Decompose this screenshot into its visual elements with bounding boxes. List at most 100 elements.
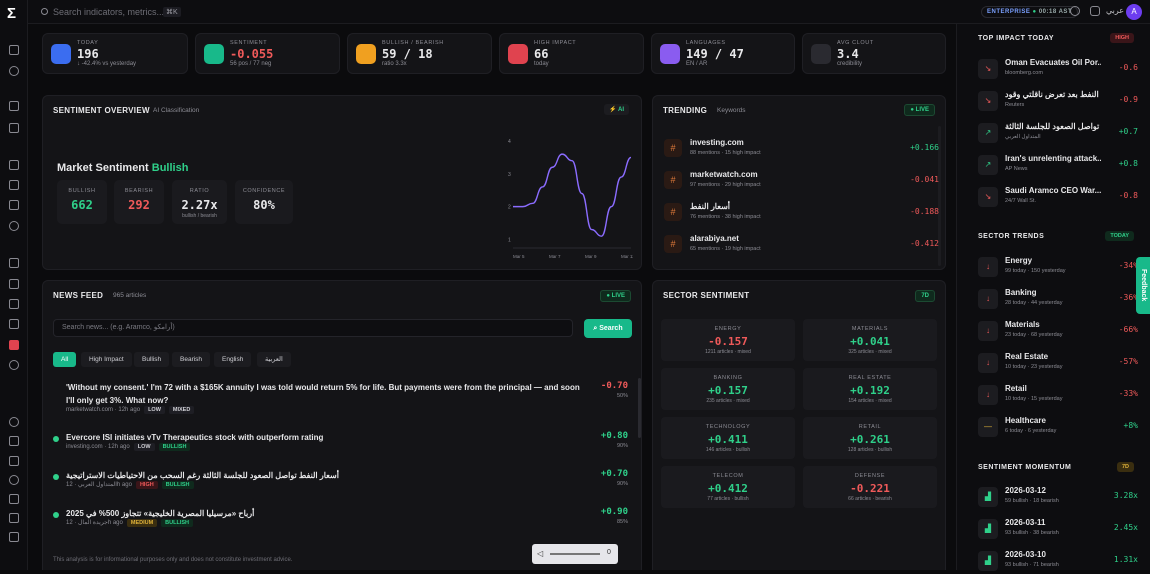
sector-card[interactable]: MATERIALS +0.041 325 articles · mixed (803, 319, 937, 361)
news-score: +0.70 (600, 469, 628, 479)
filter-chip[interactable]: Bullish (134, 352, 170, 367)
news-icon[interactable] (9, 340, 19, 350)
gift-icon[interactable] (9, 513, 19, 523)
trending-meta: 97 mentions · 29 high impact (690, 182, 761, 188)
sector-card[interactable]: DEFENSE -0.221 66 articles · bearish (803, 466, 937, 508)
logout-icon[interactable] (9, 532, 19, 542)
kpi-card[interactable]: HIGH IMPACT 66 today (499, 33, 644, 74)
shield-icon[interactable] (9, 475, 19, 485)
filter-chip[interactable]: All (53, 352, 77, 367)
trends-row[interactable]: — Healthcare 6 today · 6 yesterday +8% (978, 412, 1138, 440)
avatar[interactable]: A (1126, 4, 1142, 20)
hash-icon[interactable] (9, 279, 19, 289)
feedback-tab[interactable]: Feedback (1136, 257, 1150, 314)
dashboard-icon[interactable] (9, 45, 19, 55)
list-icon[interactable] (9, 200, 19, 210)
user-icon[interactable] (9, 123, 19, 133)
bank-icon[interactable] (9, 319, 19, 329)
trends-row[interactable]: ↓ Materials 23 today · 68 yesterday -66% (978, 316, 1138, 344)
sector-card[interactable]: REAL ESTATE +0.192 154 articles · mixed (803, 368, 937, 410)
bell-icon[interactable] (1090, 6, 1100, 16)
row-score: +0.8 (1118, 159, 1138, 168)
trend-arrow-icon: ▟ (978, 551, 998, 571)
news-search-button[interactable]: ⌕ Search (584, 319, 632, 338)
monitor-icon[interactable] (9, 299, 19, 309)
language-toggle[interactable]: عربي (1106, 6, 1124, 15)
news-item[interactable]: 'Without my consent.' I'm 72 with a $165… (53, 381, 633, 415)
kpi-value: 196 (77, 47, 99, 61)
card-icon[interactable] (9, 456, 19, 466)
news-item[interactable]: أرباح «مرسيليا المصرية الخليجية» تتجاوز … (53, 507, 633, 541)
trending-row[interactable]: # marketwatch.com 97 mentions · 29 high … (661, 166, 939, 194)
news-title[interactable]: 'Without my consent.' I'm 72 with a $165… (66, 381, 586, 407)
kpi-label: HIGH IMPACT (534, 40, 577, 46)
trending-meta: 65 mentions · 19 high impact (690, 246, 761, 252)
sector-card[interactable]: RETAIL +0.261 128 articles · bullish (803, 417, 937, 459)
impact-row[interactable]: ↗ Iran's unrelenting attack... AP News +… (978, 150, 1138, 178)
audio-player[interactable]: ◁ 0 (532, 544, 618, 564)
news-search-input[interactable]: Search news... (e.g. Aramco, أرامكو) (53, 319, 573, 337)
trend-arrow-icon: ↓ (978, 385, 998, 405)
kpi-sub: 56 pos / 77 neg (230, 61, 272, 67)
world-icon[interactable] (9, 221, 19, 231)
momentum-row[interactable]: ▟ 2026-03-12 59 bullish · 18 bearish 3.2… (978, 482, 1138, 510)
kpi-card[interactable]: LANGUAGES 149 / 47 EN / AR (651, 33, 795, 74)
bolt-icon[interactable] (9, 258, 19, 268)
impact-row[interactable]: ↗ تواصل الصعود للجلسة الثالثة المتداول ا… (978, 118, 1138, 146)
trends-row[interactable]: ↓ Retail 10 today · 15 yesterday -33% (978, 380, 1138, 408)
filter-chip[interactable]: English (214, 352, 252, 367)
kpi-card[interactable]: AVG CLOUT 3.4 credibility (802, 33, 946, 74)
impact-row[interactable]: ↘ النفط بعد تعرض ناقلتي وقود Reuters -0.… (978, 86, 1138, 114)
sector-card[interactable]: TECHNOLOGY +0.411 146 articles · bullish (661, 417, 795, 459)
line-chart-icon[interactable] (9, 180, 19, 190)
volume-icon[interactable]: ◁ (537, 549, 543, 558)
news-meta: المتداول العربي · 12h ago HIGH BULLISH (66, 481, 194, 489)
settings-icon[interactable] (9, 417, 19, 427)
trending-score: -0.412 (910, 239, 939, 248)
trending-name: investing.com (690, 138, 744, 147)
trending-meta: 76 mentions · 38 high impact (690, 214, 761, 220)
row-meta: 59 bullish · 18 bearish (1005, 498, 1059, 504)
audio-progress[interactable] (550, 553, 600, 555)
impact-row[interactable]: ↘ Oman Evacuates Oil Por... bloomberg.co… (978, 54, 1138, 82)
briefcase-icon[interactable] (9, 101, 19, 111)
news-item[interactable]: Evercore ISI initiates vTv Therapeutics … (53, 431, 633, 465)
globe-alt-icon[interactable] (9, 360, 19, 370)
tab-keywords[interactable]: Keywords (717, 107, 746, 114)
news-item[interactable]: أسعار النفط تواصل الصعود للجلسة الثالثة … (53, 469, 633, 503)
news-scrollbar[interactable] (638, 378, 641, 438)
trending-row[interactable]: # alarabiya.net 65 mentions · 19 high im… (661, 230, 939, 258)
momentum-row[interactable]: ▟ 2026-03-11 93 bullish · 38 bearish 2.4… (978, 514, 1138, 542)
tab-ai-classification[interactable]: AI Classification (153, 107, 199, 114)
app-logo[interactable]: Σ (7, 5, 16, 22)
filter-chip[interactable]: High Impact (81, 352, 132, 367)
x-tick-label: Mar 11 (621, 254, 633, 259)
trends-row[interactable]: ↓ Real Estate 10 today · 23 yesterday -5… (978, 348, 1138, 376)
y-tick-label: 1 (508, 237, 511, 243)
external-icon[interactable] (9, 494, 19, 504)
trends-row[interactable]: ↓ Banking 28 today · 44 yesterday -36% (978, 284, 1138, 312)
kpi-card[interactable]: BULLISH / BEARISH 59 / 18 ratio 3.3x (347, 33, 492, 74)
trending-row[interactable]: # investing.com 88 mentions · 15 high im… (661, 134, 939, 162)
stat-value: 292 (128, 198, 150, 212)
globe-icon[interactable] (9, 66, 19, 76)
users-icon[interactable] (9, 436, 19, 446)
trending-row[interactable]: # أسعار النفط 76 mentions · 38 high impa… (661, 198, 939, 226)
filter-chip[interactable]: Bearish (172, 352, 211, 367)
sector-card[interactable]: BANKING +0.157 235 articles · mixed (661, 368, 795, 410)
row-name: 2026-03-12 (1005, 486, 1046, 495)
impact-row[interactable]: ↘ Saudi Aramco CEO War... 24/7 Wall St. … (978, 182, 1138, 210)
theme-toggle-icon[interactable] (1070, 6, 1080, 16)
kpi-value: -0.055 (230, 47, 274, 61)
kpi-card[interactable]: SENTIMENT -0.055 56 pos / 77 neg (195, 33, 340, 74)
filter-chip[interactable]: العربية (257, 352, 291, 367)
sector-name: DEFENSE (854, 473, 886, 479)
trending-score: +0.166 (910, 143, 939, 152)
row-name: تواصل الصعود للجلسة الثالثة (1005, 122, 1100, 131)
trends-row[interactable]: ↓ Energy 99 today · 150 yesterday -34% (978, 252, 1138, 280)
sector-card[interactable]: TELECOM +0.412 77 articles · bullish (661, 466, 795, 508)
kpi-card[interactable]: TODAY 196 ↓ -42.4% vs yesterday (42, 33, 188, 74)
bar-chart-icon[interactable] (9, 160, 19, 170)
kpi-label: TODAY (77, 40, 99, 46)
sector-card[interactable]: ENERGY -0.157 1211 articles · mixed (661, 319, 795, 361)
